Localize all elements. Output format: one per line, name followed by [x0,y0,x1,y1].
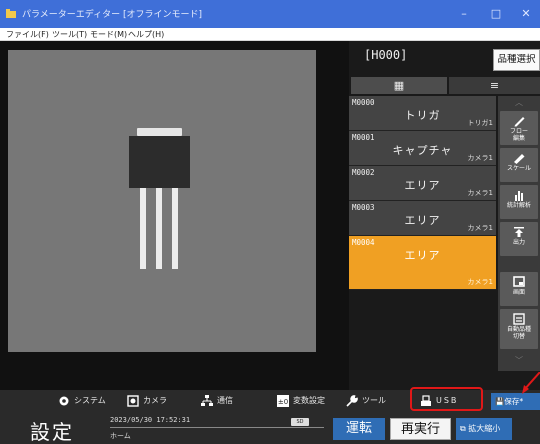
flow-item[interactable]: M0001 キャプチャ カメラ1 [349,131,496,166]
communication-tab-label: 通信 [217,396,233,405]
side-btn-label: 統計解析 [506,202,531,209]
maximize-button[interactable]: □ [487,5,505,23]
variable-tab-label: 変数設定 [293,396,325,405]
save-icon: 💾 [495,397,505,406]
side-btn-label: 自動品種 切替 [506,326,531,340]
zoom-label: 拡大縮小 [468,424,501,433]
side-btn-label: 画面 [512,289,525,296]
scroll-down-icon[interactable]: ﹀ [498,354,540,368]
program-id: [H000] [364,48,408,62]
scale-button[interactable]: スケール [500,148,538,182]
flow-item[interactable]: M0003 エリア カメラ1 [349,201,496,236]
save-label: 保存* [504,397,524,406]
camera-icon [127,394,139,407]
run-button[interactable]: 運転 [333,418,385,440]
minimize-button[interactable]: – [455,5,473,23]
window-title: パラメーターエディター [オフラインモード] [22,10,202,20]
close-button[interactable]: ✕ [517,5,535,23]
system-tab-label: システム [74,396,106,405]
statistics-button[interactable]: 統計解析 [500,185,538,219]
app-icon [6,9,16,18]
sd-card-icon: SD [291,418,309,426]
flow-item-sub: カメラ1 [467,154,493,162]
bar-chart-icon [515,191,523,201]
camera-image[interactable] [8,50,316,352]
output-button[interactable]: 出力 [500,222,538,256]
network-icon [201,394,213,406]
zoom-icon: ⧉ [460,424,466,433]
tool-tab-label: ツール [362,396,386,405]
screen-icon [513,276,525,287]
menu-mode[interactable]: モード(M) [90,29,127,40]
flow-item[interactable]: M0002 エリア カメラ1 [349,166,496,201]
flow-item-name: エリア [404,249,441,262]
menu-tool[interactable]: ツール(T) [52,29,87,40]
flow-item-sub: カメラ1 [467,224,493,232]
svg-text:±0: ±0 [278,398,288,406]
gear-icon [59,396,69,405]
flow-item-sub: カメラ1 [467,278,493,286]
flow-item-selected[interactable]: M0004 エリア カメラ1 [349,236,496,290]
flow-edit-button[interactable]: フロー 編集 [500,111,538,145]
scroll-up-icon[interactable]: ︿ [498,96,540,110]
rerun-button[interactable]: 再実行 [390,418,451,440]
list-icon: ≡ [489,79,500,92]
component-tab [137,128,182,136]
flow-item-code: M0000 [352,98,375,107]
variable-settings-tab[interactable]: ±0 変数設定 [277,392,325,410]
output-icon [514,227,524,237]
auto-switch-icon [513,313,525,325]
title-bar: パラメーターエディター [オフラインモード] – □ ✕ [0,0,540,28]
datetime-display: 2023/05/30 17:52:31 [110,416,191,424]
status-divider [110,427,324,428]
side-btn-label: スケール [506,165,531,172]
flow-item[interactable]: M0000 トリガ トリガ1 [349,96,496,131]
mode-label: 設定 [30,420,74,444]
menu-bar: ファイル(F) ツール(T) モード(M) ヘルプ(H) [0,28,540,41]
menu-file[interactable]: ファイル(F) [6,29,49,40]
list-view-tab[interactable]: ≡ [449,77,540,94]
tool-tab[interactable]: ツール [346,392,386,410]
communication-tab[interactable]: 通信 [201,392,233,410]
zoom-button[interactable]: ⧉ 拡大縮小 [456,418,512,440]
red-arrow-annotation [522,372,540,394]
flow-item-code: M0002 [352,168,375,177]
camera-tab[interactable]: カメラ [127,392,167,410]
component-body [129,136,190,188]
flow-item-sub: カメラ1 [467,189,493,197]
flow-item-sub: トリガ1 [467,119,493,127]
product-select-button[interactable]: 品種選択 [493,49,540,71]
menu-help[interactable]: ヘルプ(H) [128,29,164,40]
grid-view-tab[interactable]: ▦ [351,77,447,94]
ruler-icon [514,154,525,164]
usb-highlight-box [410,387,483,411]
flow-item-code: M0004 [352,238,375,247]
component-leg [172,188,178,269]
screen-button[interactable]: 画面 [500,272,538,306]
auto-product-switch-button[interactable]: 自動品種 切替 [500,309,538,349]
component-leg [140,188,146,269]
camera-tab-label: カメラ [143,396,167,405]
system-tab[interactable]: システム [58,392,106,410]
variable-icon: ±0 [277,394,289,407]
wrench-icon [346,394,358,407]
flow-item-code: M0003 [352,203,375,212]
side-btn-label: フロー 編集 [509,128,528,142]
pencil-icon [514,117,525,127]
grid-icon: ▦ [393,79,405,92]
component-leg [156,188,162,269]
side-btn-label: 出力 [512,239,525,246]
flow-item-code: M0001 [352,133,375,142]
page-name: ホーム [110,432,131,440]
